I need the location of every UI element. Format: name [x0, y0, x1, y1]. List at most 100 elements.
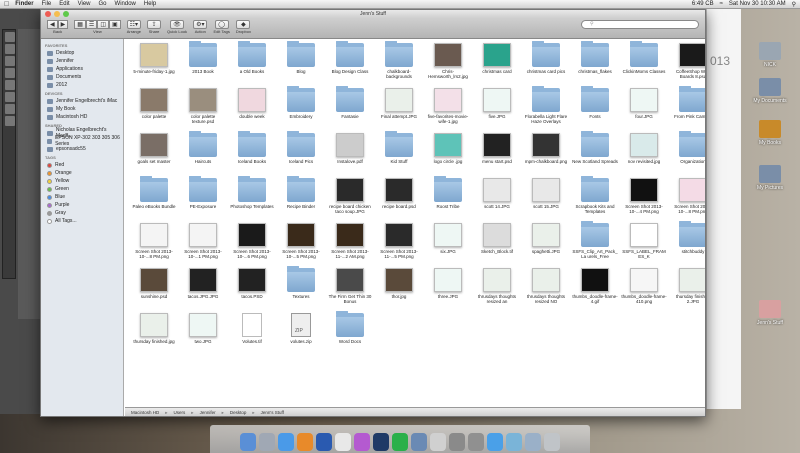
sidebar-item-my-book[interactable]: My Book: [41, 105, 123, 113]
file-item[interactable]: Blog Design Class: [326, 41, 374, 86]
quicklook-button[interactable]: 👁: [170, 20, 185, 29]
file-item[interactable]: mpm-chalkboard.png: [522, 131, 570, 176]
system-preferences-dock-icon[interactable]: [468, 433, 484, 451]
file-item[interactable]: Sketch_Block.tif: [473, 221, 521, 266]
sidebar-item-desktop[interactable]: Desktop: [41, 49, 123, 57]
downloads-dock-icon[interactable]: [525, 433, 541, 451]
finder-dock-icon[interactable]: [240, 433, 256, 451]
file-item[interactable]: CoffeeShop Web Boards 8.psd: [669, 41, 705, 86]
file-item[interactable]: Volutes.tif: [228, 311, 276, 356]
file-item[interactable]: recipe board chicken taco soup.JPG: [326, 176, 374, 221]
desktop-icon-my-pictures[interactable]: My Pictures: [745, 165, 795, 191]
file-item[interactable]: Iceland Books: [228, 131, 276, 176]
preview-dock-icon[interactable]: [411, 433, 427, 451]
search-input[interactable]: ⚲: [581, 20, 699, 29]
launchpad-dock-icon[interactable]: [259, 433, 275, 451]
list-view-button[interactable]: ☰: [85, 20, 98, 29]
file-item[interactable]: recipe board.psd: [375, 176, 423, 221]
file-item[interactable]: Embroidery: [277, 86, 325, 131]
column-view-button[interactable]: ◫: [97, 20, 109, 29]
file-item[interactable]: Kid Stuff: [375, 131, 423, 176]
file-item[interactable]: nov revisited.jpg: [620, 131, 668, 176]
wifi-icon[interactable]: ≈: [720, 1, 723, 7]
file-item[interactable]: three.JPG: [424, 266, 472, 311]
itunes-dock-icon[interactable]: [354, 433, 370, 451]
desktop-icon-nick[interactable]: NICK: [745, 42, 795, 68]
sidebar-tag-blue[interactable]: Blue: [41, 193, 123, 201]
file-item[interactable]: christmas card: [473, 41, 521, 86]
spotlight-icon[interactable]: ⚲: [792, 1, 796, 8]
file-item[interactable]: Photoshop Templates: [228, 176, 276, 221]
file-item[interactable]: christmas_flakes: [571, 41, 619, 86]
sidebar-tag-orange[interactable]: Orange: [41, 169, 123, 177]
file-item[interactable]: a Old Books: [228, 41, 276, 86]
file-item[interactable]: scott 15.JPG: [522, 176, 570, 221]
tool-icon[interactable]: [5, 32, 15, 42]
sidebar-item-2012[interactable]: 2012: [41, 81, 123, 89]
file-item[interactable]: scott 14.JPG: [473, 176, 521, 221]
dropbox-button[interactable]: ◆: [236, 20, 251, 29]
file-item[interactable]: stitchbuddy: [669, 221, 705, 266]
file-item[interactable]: From Pink Camera: [669, 86, 705, 131]
sidebar-item-imac[interactable]: Jennifer Engelbrecht's iMac: [41, 97, 123, 105]
file-item[interactable]: thursday finished 2.JPG: [669, 266, 705, 311]
menu-finder[interactable]: Finder: [15, 1, 33, 7]
file-item[interactable]: color palette: [130, 86, 178, 131]
file-item[interactable]: thumbs_doodle-frame-4.gif: [571, 266, 619, 311]
file-item[interactable]: Word Docs: [326, 311, 374, 356]
path-crumb[interactable]: Macintosh HD: [131, 410, 159, 415]
menu-help[interactable]: Help: [144, 1, 156, 7]
file-item[interactable]: Screen Shot 2013-10-...4 PM.png: [620, 176, 668, 221]
sidebar-item-macintosh-hd[interactable]: Macintosh HD: [41, 113, 123, 121]
sidebar-item-applications[interactable]: Applications: [41, 65, 123, 73]
file-item[interactable]: chalkboard-backgrounds: [375, 41, 423, 86]
sidebar-item-jennifer[interactable]: Jennifer: [41, 57, 123, 65]
file-item[interactable]: Textures: [277, 266, 325, 311]
file-item[interactable]: Blog: [277, 41, 325, 86]
file-item[interactable]: Chris-Hemsworth_lrs2.jpg: [424, 41, 472, 86]
file-item[interactable]: thrusdays thoughts resized NO shadow.JPG: [522, 266, 570, 311]
file-item[interactable]: Fantasie: [326, 86, 374, 131]
file-item[interactable]: christmas card pics: [522, 41, 570, 86]
file-item[interactable]: four.JPG: [620, 86, 668, 131]
zoom-button[interactable]: [63, 11, 69, 17]
file-item[interactable]: double week: [228, 86, 276, 131]
file-item[interactable]: SSFS_Clip_Art_Pack_La urels_Free: [571, 221, 619, 266]
messages-dock-icon[interactable]: [487, 433, 503, 451]
path-crumb[interactable]: Desktop: [230, 410, 247, 415]
sidebar-tag-purple[interactable]: Purple: [41, 201, 123, 209]
desktop-icon-my-documents[interactable]: My Documents: [745, 78, 795, 104]
spotify-dock-icon[interactable]: [392, 433, 408, 451]
file-item[interactable]: thrusdays thoughts resized an ...owed.JP…: [473, 266, 521, 311]
file-item[interactable]: five.JPG: [473, 86, 521, 131]
icon-view-button[interactable]: ▦: [74, 20, 86, 29]
menu-clock[interactable]: Sat Nov 30 10:30 AM: [729, 1, 786, 7]
file-item[interactable]: menu start.psd: [473, 131, 521, 176]
photoshop-dock-icon[interactable]: [373, 433, 389, 451]
file-item[interactable]: Final attempt.JPG: [375, 86, 423, 131]
calculator-dock-icon[interactable]: [449, 433, 465, 451]
action-button[interactable]: ⚙▾: [193, 20, 208, 29]
tool-icon[interactable]: [5, 56, 15, 66]
tool-icon[interactable]: [5, 116, 15, 126]
menu-go[interactable]: Go: [99, 1, 107, 7]
word-dock-icon[interactable]: [316, 433, 332, 451]
sidebar-tag-all-tags[interactable]: All Tags...: [41, 217, 123, 225]
file-item[interactable]: volutes.zip: [277, 311, 325, 356]
edit-tags-button[interactable]: ◯: [214, 20, 229, 29]
minimize-button[interactable]: [54, 11, 60, 17]
desktop-icon-jenns-stuff[interactable]: Jenn's Stuff: [745, 300, 795, 326]
safari-dock-icon[interactable]: [278, 433, 294, 451]
file-item[interactable]: Screen Shot 2013-11-...5 PM.png: [375, 221, 423, 266]
file-item[interactable]: 2013 Book: [179, 41, 227, 86]
file-item[interactable]: tacos.PSD: [228, 266, 276, 311]
file-item[interactable]: Roost Tribe: [424, 176, 472, 221]
path-crumb[interactable]: Jenn's Stuff: [261, 410, 284, 415]
file-item[interactable]: thor.jpg: [375, 266, 423, 311]
file-item[interactable]: Recipe Binder: [277, 176, 325, 221]
file-item[interactable]: PE-Exposure: [179, 176, 227, 221]
firefox-dock-icon[interactable]: [297, 433, 313, 451]
menu-file[interactable]: File: [42, 1, 52, 7]
file-item[interactable]: Screen Shot 2013-10-...6 PM.png: [228, 221, 276, 266]
file-item[interactable]: Iceland Pics: [277, 131, 325, 176]
